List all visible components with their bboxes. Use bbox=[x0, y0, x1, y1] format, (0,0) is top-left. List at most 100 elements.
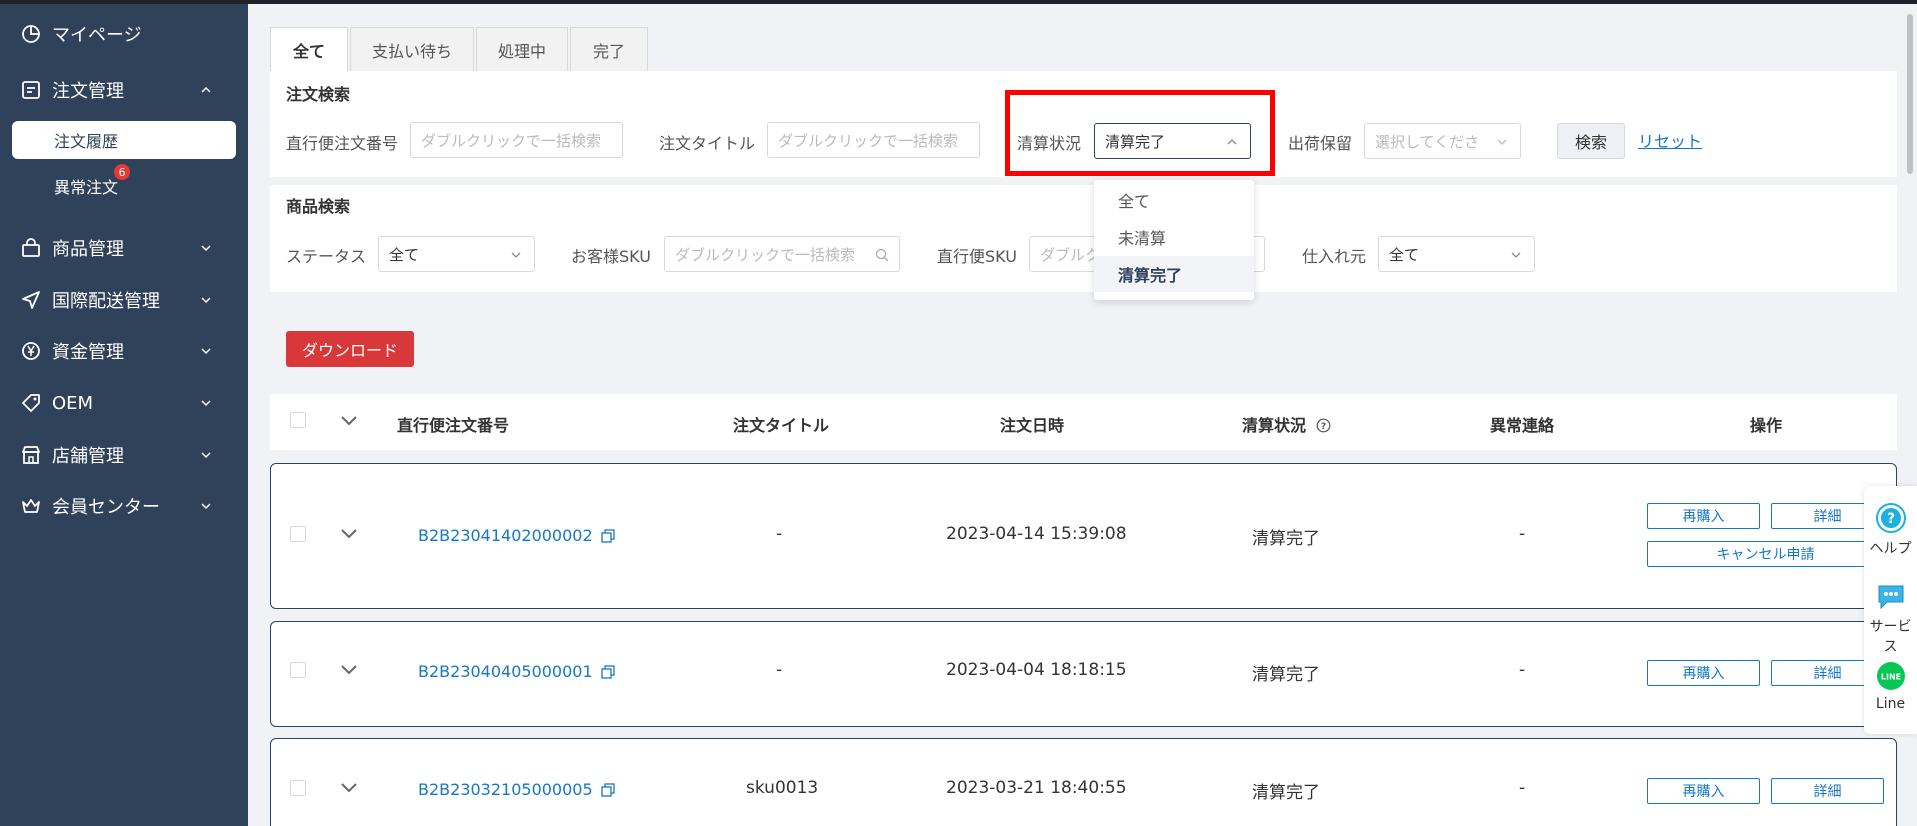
dashboard-icon bbox=[20, 23, 42, 45]
bag-icon bbox=[20, 237, 42, 259]
svg-text:?: ? bbox=[1320, 422, 1325, 432]
anomaly-cell: - bbox=[1519, 524, 1526, 544]
header-settlement: 清算状況 ? bbox=[1242, 412, 1331, 436]
supplier-select[interactable]: 全て bbox=[1378, 236, 1535, 272]
reset-link[interactable]: リセット bbox=[1638, 128, 1702, 152]
chevron-down-icon[interactable] bbox=[339, 414, 359, 428]
search-icon bbox=[875, 248, 889, 262]
sidebar-item-label: 会員センター bbox=[52, 497, 160, 518]
header-actions: 操作 bbox=[1750, 416, 1783, 435]
order-date-cell: 2023-04-04 18:18:15 bbox=[946, 660, 1127, 680]
notification-badge: 6 bbox=[114, 164, 130, 180]
header-anomaly: 異常連絡 bbox=[1490, 416, 1555, 435]
chevron-down-icon[interactable] bbox=[339, 663, 359, 677]
header-order-no: 直行便注文番号 bbox=[397, 416, 510, 435]
customer-sku-input[interactable]: ダブルクリックで一括検索 bbox=[664, 236, 900, 272]
svg-text:?: ? bbox=[1886, 511, 1894, 527]
direct-sku-label: 直行便SKU bbox=[937, 247, 1017, 266]
tab-all[interactable]: 全て bbox=[270, 27, 348, 71]
floating-help-panel: ? ヘルプ サービス LINE Line bbox=[1864, 486, 1917, 734]
order-no-input[interactable]: ダブルクリックで一括検索 bbox=[410, 122, 623, 158]
copy-icon[interactable] bbox=[601, 665, 615, 679]
sidebar-item-label: OEM bbox=[52, 392, 94, 414]
yen-icon bbox=[20, 340, 42, 362]
rebuy-button[interactable]: 再購入 bbox=[1647, 660, 1760, 686]
help-button[interactable]: ? ヘルプ bbox=[1864, 502, 1917, 558]
sidebar-item-member-center[interactable]: 会員センター bbox=[0, 486, 248, 526]
hold-select[interactable]: 選択してくださ bbox=[1364, 123, 1521, 159]
cancel-request-button[interactable]: キャンセル申請 bbox=[1647, 541, 1884, 567]
question-icon[interactable]: ? bbox=[1316, 418, 1331, 433]
chevron-down-icon bbox=[201, 400, 211, 407]
chevron-down-icon bbox=[201, 297, 211, 304]
chat-icon bbox=[1878, 585, 1903, 610]
rebuy-button[interactable]: 再購入 bbox=[1647, 503, 1760, 529]
row-checkbox[interactable] bbox=[290, 526, 306, 542]
sidebar-item-funds[interactable]: 資金管理 bbox=[0, 331, 248, 371]
chevron-down-icon bbox=[1497, 139, 1507, 145]
anomaly-cell: - bbox=[1519, 778, 1526, 798]
sidebar-subitem-abnormal-orders[interactable]: 異常注文 6 bbox=[12, 164, 236, 205]
hold-label: 出荷保留 bbox=[1288, 134, 1353, 153]
sidebar-item-shipping[interactable]: 国際配送管理 bbox=[0, 280, 248, 320]
settlement-dropdown: 全て 未清算 清算完了 bbox=[1094, 180, 1254, 300]
chevron-down-icon bbox=[201, 503, 211, 510]
order-search-title: 注文検索 bbox=[286, 85, 351, 104]
tab-awaiting-payment[interactable]: 支払い待ち bbox=[350, 27, 474, 71]
line-logo-text: LINE bbox=[1880, 673, 1900, 682]
sidebar-item-store[interactable]: 店舗管理 bbox=[0, 435, 248, 475]
sidebar-item-label: 注文管理 bbox=[52, 81, 124, 102]
chevron-down-icon[interactable] bbox=[339, 527, 359, 541]
search-button[interactable]: 検索 bbox=[1557, 123, 1625, 159]
order-no-link[interactable]: B2B23040405000001 bbox=[418, 662, 593, 681]
copy-icon[interactable] bbox=[601, 783, 615, 797]
line-icon: LINE bbox=[1876, 662, 1905, 690]
settlement-cell: 清算完了 bbox=[1252, 665, 1320, 685]
sidebar-item-oem[interactable]: OEM bbox=[0, 383, 248, 423]
header-title: 注文タイトル bbox=[733, 416, 830, 435]
sidebar-item-label: 商品管理 bbox=[52, 239, 124, 260]
chevron-down-icon[interactable] bbox=[339, 781, 359, 795]
chevron-down-icon bbox=[511, 252, 521, 258]
order-date-cell: 2023-03-21 18:40:55 bbox=[946, 778, 1127, 798]
sidebar-item-label: 店舗管理 bbox=[52, 446, 124, 467]
order-no-link[interactable]: B2B23041402000002 bbox=[418, 526, 593, 545]
chevron-down-icon bbox=[201, 452, 211, 459]
chevron-up-icon bbox=[201, 86, 211, 93]
order-title-cell: sku0013 bbox=[746, 778, 819, 798]
sidebar: マイページ 注文管理 注文履歴 異常注文 6 商品管理 国際配送管理 資金管理 bbox=[0, 4, 248, 826]
rebuy-button[interactable]: 再購入 bbox=[1647, 778, 1760, 804]
detail-button[interactable]: 詳細 bbox=[1771, 778, 1884, 804]
dropdown-option-unsettled[interactable]: 未清算 bbox=[1094, 219, 1254, 255]
order-title-cell: - bbox=[776, 524, 783, 544]
table-header bbox=[270, 394, 1897, 450]
order-title-input[interactable]: ダブルクリックで一括検索 bbox=[767, 122, 980, 158]
copy-icon[interactable] bbox=[601, 529, 615, 543]
row-checkbox[interactable] bbox=[290, 780, 306, 796]
sidebar-item-label: マイページ bbox=[52, 25, 142, 46]
sidebar-item-products[interactable]: 商品管理 bbox=[0, 228, 248, 268]
chevron-down-icon bbox=[201, 348, 211, 355]
crown-icon bbox=[20, 495, 42, 517]
settlement-cell: 清算完了 bbox=[1252, 783, 1320, 803]
row-checkbox[interactable] bbox=[290, 662, 306, 678]
tab-completed[interactable]: 完了 bbox=[570, 27, 648, 71]
top-bar bbox=[0, 0, 1917, 4]
sidebar-item-label: 国際配送管理 bbox=[52, 291, 160, 312]
select-all-checkbox[interactable] bbox=[290, 412, 306, 428]
order-title-label: 注文タイトル bbox=[659, 134, 756, 153]
sidebar-subitem-order-history[interactable]: 注文履歴 bbox=[12, 121, 236, 159]
service-button[interactable]: サービス bbox=[1864, 580, 1917, 656]
dropdown-option-settled[interactable]: 清算完了 bbox=[1094, 256, 1254, 292]
scrollbar[interactable] bbox=[1907, 14, 1913, 174]
order-no-link[interactable]: B2B23032105000005 bbox=[418, 780, 593, 799]
sidebar-item-orders[interactable]: 注文管理 bbox=[0, 70, 248, 110]
status-tabs: 全て 支払い待ち 処理中 完了 bbox=[270, 27, 650, 71]
tab-processing[interactable]: 処理中 bbox=[476, 27, 568, 71]
product-search-title: 商品検索 bbox=[286, 197, 351, 216]
download-button[interactable]: ダウンロード bbox=[286, 331, 414, 367]
line-button[interactable]: LINE Line bbox=[1864, 660, 1917, 712]
dropdown-option-all[interactable]: 全て bbox=[1094, 182, 1254, 218]
sidebar-item-mypage[interactable]: マイページ bbox=[0, 14, 248, 54]
status-select[interactable]: 全て bbox=[378, 236, 535, 272]
